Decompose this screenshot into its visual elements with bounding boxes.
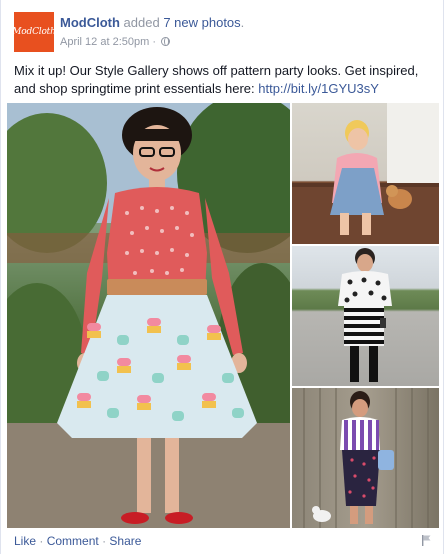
new-photos-link[interactable]: 7 new photos <box>163 15 240 30</box>
photo-grid <box>7 103 439 528</box>
post-action: added 7 new photos. <box>124 15 245 30</box>
author-link[interactable]: ModCloth <box>60 15 120 30</box>
flag-icon[interactable] <box>422 535 431 546</box>
photo-thumb-2[interactable] <box>292 246 439 386</box>
photo-main[interactable] <box>7 103 290 528</box>
news-feed-post: ModCloth ModCloth added 7 new photos. Ap… <box>0 0 444 554</box>
share-link[interactable]: Share <box>109 534 141 548</box>
action-dot: · <box>39 534 44 548</box>
globe-icon[interactable] <box>161 37 171 46</box>
like-link[interactable]: Like <box>14 534 36 548</box>
post-message: Mix it up! Our Style Gallery shows off p… <box>14 62 438 98</box>
action-suffix: . <box>240 15 245 30</box>
post-header: ModCloth ModCloth added 7 new photos. Ap… <box>12 12 434 52</box>
post-meta: April 12 at 2:50pm · <box>60 36 171 48</box>
post-actions: Like · Comment · Share <box>14 534 141 548</box>
post-headline: ModCloth added 7 new photos. <box>60 15 244 30</box>
message-link[interactable]: http://bit.ly/1GYU3sY <box>258 81 379 96</box>
photo-thumb-3[interactable] <box>292 388 439 528</box>
photo-thumb-1[interactable] <box>292 103 439 244</box>
action-prefix: added <box>123 15 160 30</box>
modcloth-logo-avatar[interactable]: ModCloth <box>12 12 56 52</box>
logo-text: ModCloth <box>12 27 56 37</box>
action-dot: · <box>102 534 107 548</box>
comment-link[interactable]: Comment <box>47 534 99 548</box>
timestamp-link[interactable]: April 12 at 2:50pm <box>60 36 149 48</box>
meta-separator: · <box>152 36 157 48</box>
